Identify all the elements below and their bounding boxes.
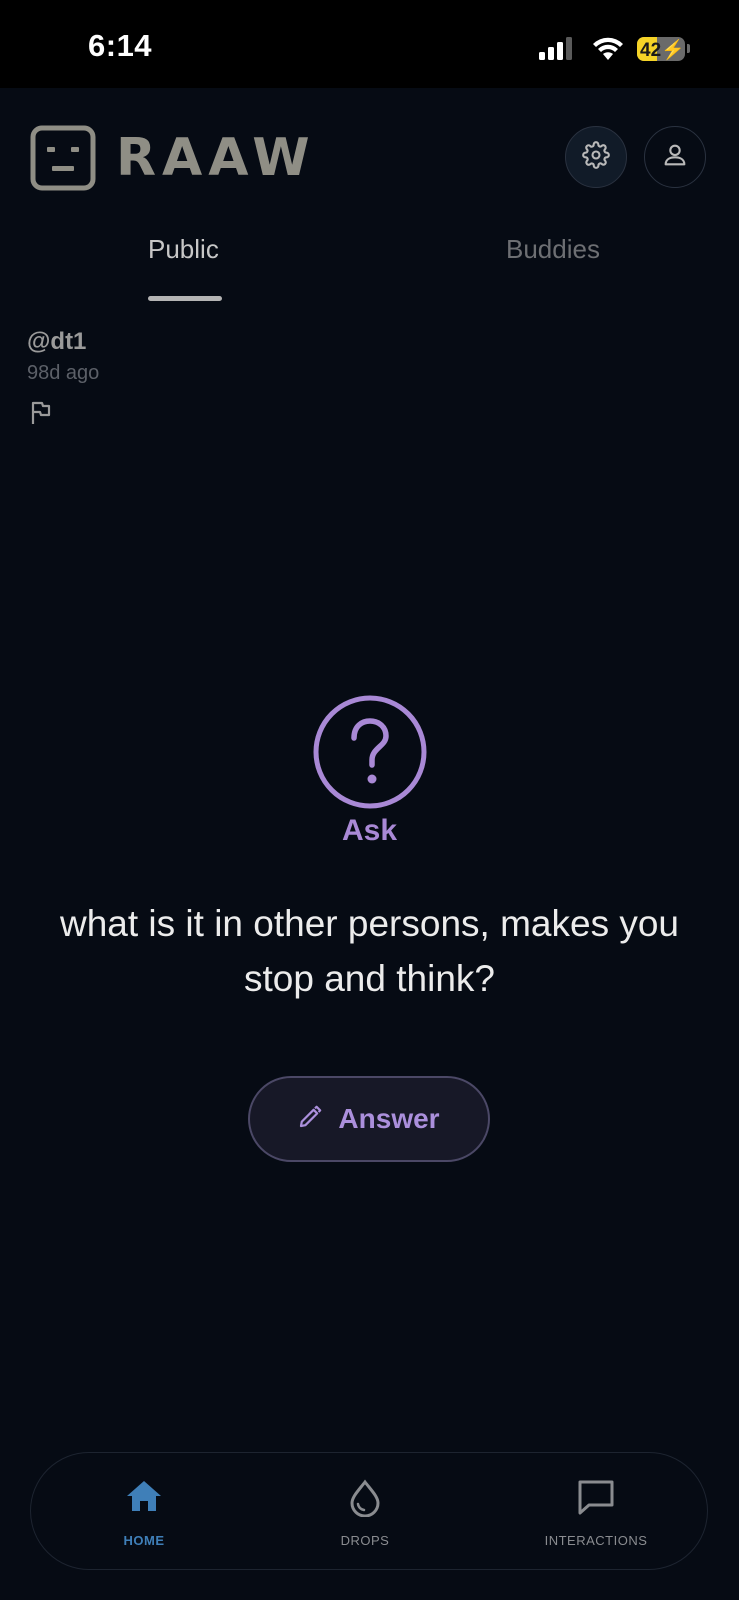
nav-item-drops[interactable]: DROPS bbox=[285, 1453, 445, 1571]
post-username[interactable]: @dt1 bbox=[27, 328, 86, 356]
app-logo-text: RAAW bbox=[116, 128, 316, 188]
answer-button[interactable]: Answer bbox=[248, 1076, 490, 1162]
robot-face-logo-icon bbox=[30, 125, 96, 196]
answer-button-label: Answer bbox=[338, 1103, 440, 1134]
tab-buddies[interactable]: Buddies bbox=[506, 234, 600, 265]
nav-label-home: HOME bbox=[123, 1533, 165, 1548]
pencil-icon bbox=[298, 1105, 322, 1134]
battery-icon: 42⚡ bbox=[637, 37, 685, 61]
status-time: 6:14 bbox=[88, 28, 153, 63]
app-screen: RAAW Public Buddies @dt1 98d ago Ask wha… bbox=[0, 88, 739, 1600]
bottom-navigation: HOME DROPS INTERACTIONS bbox=[30, 1452, 708, 1570]
wifi-icon bbox=[591, 36, 625, 67]
drop-icon bbox=[285, 1479, 445, 1517]
battery-level: 42⚡ bbox=[640, 40, 685, 61]
gear-icon bbox=[582, 140, 610, 174]
question-circle-icon bbox=[312, 694, 428, 815]
nav-item-home[interactable]: HOME bbox=[64, 1453, 224, 1571]
flag-icon[interactable] bbox=[30, 400, 52, 431]
profile-button[interactable] bbox=[644, 126, 706, 188]
prompt-type-label: Ask bbox=[341, 814, 398, 847]
person-icon bbox=[661, 141, 689, 174]
tab-public[interactable]: Public bbox=[148, 234, 219, 265]
nav-label-interactions: INTERACTIONS bbox=[544, 1533, 648, 1548]
settings-button[interactable] bbox=[565, 126, 627, 188]
battery-tip bbox=[687, 44, 690, 53]
post-timestamp: 98d ago bbox=[27, 362, 100, 384]
home-icon bbox=[64, 1479, 224, 1513]
nav-label-drops: DROPS bbox=[340, 1533, 390, 1548]
active-tab-indicator bbox=[148, 296, 222, 301]
question-text: what is it in other persons, makes you s… bbox=[60, 903, 680, 999]
status-bar: 6:14 42⚡ bbox=[0, 0, 739, 88]
chat-bubble-icon bbox=[516, 1479, 676, 1515]
cellular-signal-icon bbox=[538, 36, 576, 67]
nav-item-interactions[interactable]: INTERACTIONS bbox=[516, 1453, 676, 1571]
